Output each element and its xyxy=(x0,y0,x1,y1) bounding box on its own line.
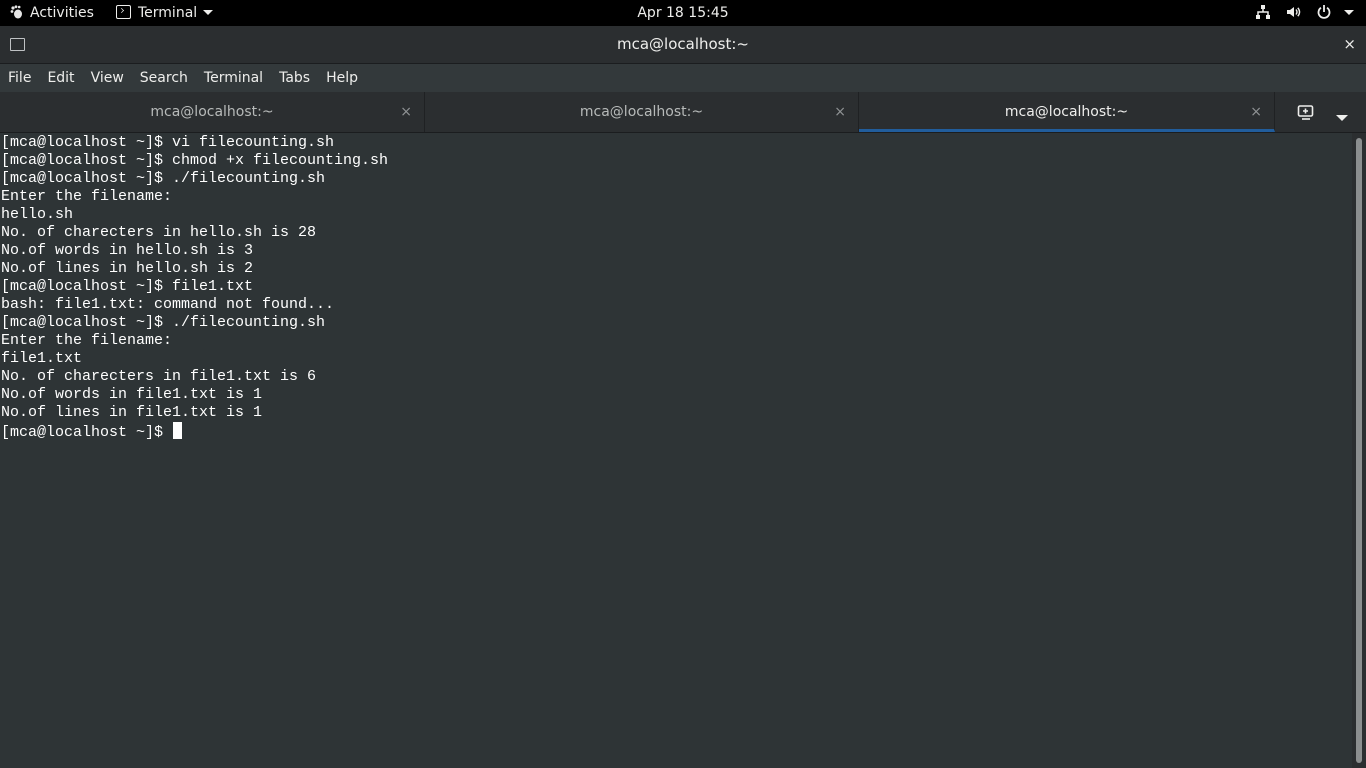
chevron-down-icon xyxy=(1336,115,1348,121)
top-bar: Activities Terminal Apr 18 15:45 xyxy=(0,0,1366,26)
tab-close-button[interactable]: × xyxy=(1250,92,1262,132)
terminal-line: No.of lines in hello.sh is 2 xyxy=(1,260,254,277)
terminal-prompt-line[interactable]: [mca@localhost ~]$ xyxy=(1,422,183,441)
terminal-line: No.of lines in file1.txt is 1 xyxy=(1,404,263,421)
close-window-button[interactable]: × xyxy=(1343,26,1356,63)
new-tab-icon xyxy=(1297,105,1314,120)
tab-label: mca@localhost:~ xyxy=(150,104,274,120)
chevron-down-icon xyxy=(1344,10,1354,15)
terminal-line: hello.sh xyxy=(1,206,74,223)
tab-close-button[interactable]: × xyxy=(400,92,412,132)
network-icon xyxy=(1255,5,1270,19)
terminal-line: No.of words in file1.txt is 1 xyxy=(1,386,263,403)
terminal-line: No. of charecters in hello.sh is 28 xyxy=(1,224,317,241)
menu-file[interactable]: File xyxy=(0,64,39,92)
menu-bar: File Edit View Search Terminal Tabs Help xyxy=(0,64,1366,92)
tab-label: mca@localhost:~ xyxy=(1004,104,1129,120)
terminal-line: [mca@localhost ~]$ chmod +x filecounting… xyxy=(1,152,389,169)
menu-help[interactable]: Help xyxy=(318,64,366,92)
tab-close-button[interactable]: × xyxy=(834,92,846,132)
tabs-menu-button[interactable] xyxy=(1336,108,1348,127)
menu-tabs[interactable]: Tabs xyxy=(271,64,318,92)
tab-2[interactable]: mca@localhost:~ × xyxy=(425,92,859,132)
tab-bar: mca@localhost:~ × mca@localhost:~ × mca@… xyxy=(0,92,1366,133)
terminal-line: [mca@localhost ~]$ file1.txt xyxy=(1,278,254,295)
tab-3-active[interactable]: mca@localhost:~ × xyxy=(859,92,1275,132)
clock[interactable]: Apr 18 15:45 xyxy=(0,0,1366,26)
system-tray[interactable] xyxy=(1245,0,1354,26)
terminal-line: No.of words in hello.sh is 3 xyxy=(1,242,254,259)
terminal-line: [mca@localhost ~]$ ./filecounting.sh xyxy=(1,170,326,187)
new-tab-button[interactable] xyxy=(1292,92,1320,132)
volume-icon xyxy=(1287,7,1301,17)
terminal-line: Enter the filename: xyxy=(1,332,173,349)
terminal-line: bash: file1.txt: command not found... xyxy=(1,296,335,313)
window-title: mca@localhost:~ xyxy=(616,35,749,53)
power-icon xyxy=(1317,5,1330,19)
terminal-prompt: [mca@localhost ~]$ xyxy=(1,424,173,441)
menu-edit[interactable]: Edit xyxy=(39,64,82,92)
terminal-line: file1.txt xyxy=(1,350,83,367)
tab-1[interactable]: mca@localhost:~ × xyxy=(0,92,425,132)
tab-label: mca@localhost:~ xyxy=(579,104,704,120)
terminal-line: No. of charecters in file1.txt is 6 xyxy=(1,368,317,385)
menu-terminal[interactable]: Terminal xyxy=(196,64,271,92)
terminal-line: Enter the filename: xyxy=(1,188,173,205)
text-cursor xyxy=(173,422,183,439)
terminal-line: [mca@localhost ~]$ ./filecounting.sh xyxy=(1,314,326,331)
menu-search[interactable]: Search xyxy=(132,64,196,92)
terminal-scrollbar[interactable] xyxy=(1352,133,1366,768)
window-titlebar[interactable]: mca@localhost:~ × xyxy=(0,26,1366,64)
scrollbar-thumb[interactable] xyxy=(1356,138,1362,763)
terminal-output[interactable]: [mca@localhost ~]$ vi filecounting.sh [m… xyxy=(0,133,1352,768)
menu-view[interactable]: View xyxy=(83,64,132,92)
terminal-line: [mca@localhost ~]$ vi filecounting.sh xyxy=(1,134,335,151)
